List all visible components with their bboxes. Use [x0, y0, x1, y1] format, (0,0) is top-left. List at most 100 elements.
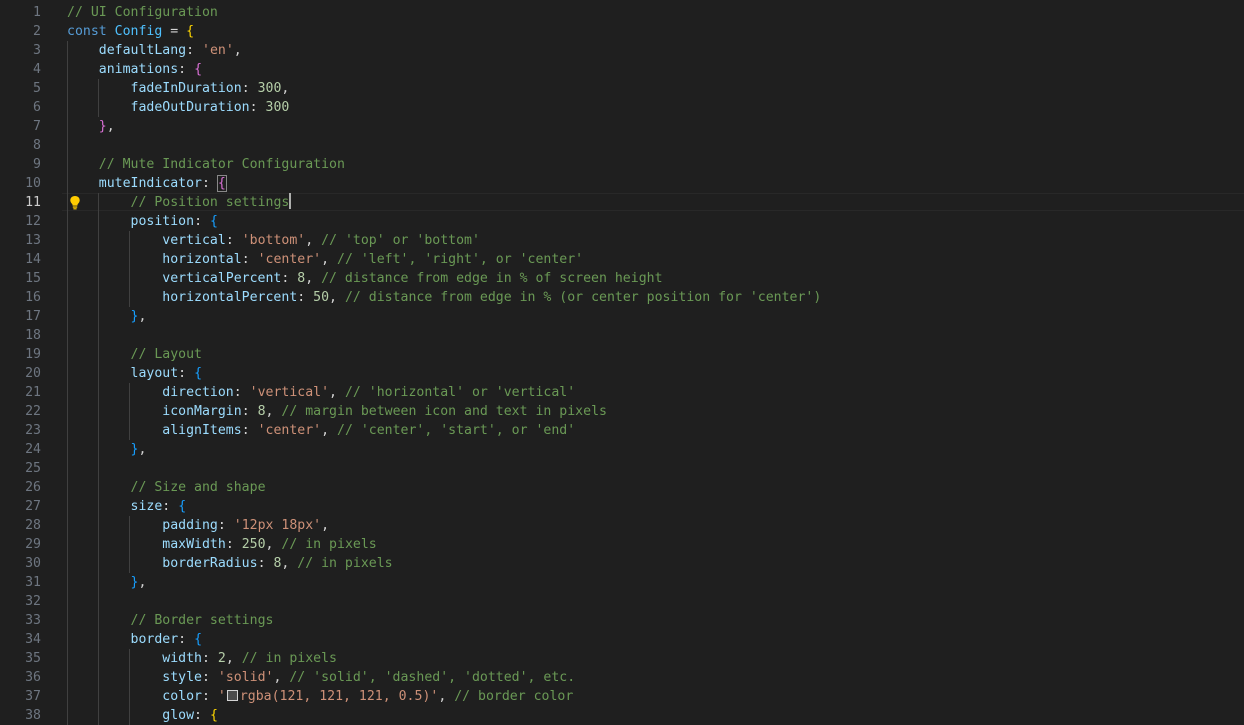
code-token: , [138, 309, 147, 324]
code-text: muteIndicator: { [67, 174, 227, 193]
code-line[interactable]: 31 }, [0, 573, 1244, 592]
code-text: // UI Configuration [67, 3, 218, 22]
code-line[interactable]: 13 vertical: 'bottom', // 'top' or 'bott… [0, 231, 1244, 250]
code-text: width: 2, // in pixels [67, 649, 337, 668]
code-token: layout [130, 366, 179, 381]
code-line[interactable]: 6 fadeOutDuration: 300 [0, 98, 1244, 117]
code-line[interactable]: 21 direction: 'vertical', // 'horizontal… [0, 383, 1244, 402]
line-number: 31 [25, 575, 41, 590]
code-line[interactable]: 28 padding: '12px 18px', [0, 516, 1244, 535]
code-token: 250 [241, 537, 266, 552]
code-token: : [201, 689, 218, 704]
code-token: // Layout [130, 347, 202, 362]
line-number: 20 [25, 366, 41, 381]
code-token: muteIndicator [98, 176, 202, 191]
code-token: animations [98, 62, 179, 77]
line-number: 8 [33, 138, 41, 153]
code-line[interactable]: 18 [0, 326, 1244, 345]
code-token: } [98, 119, 107, 134]
code-text: horizontal: 'center', // 'left', 'right'… [67, 250, 583, 269]
code-line[interactable]: 10 muteIndicator: { [0, 174, 1244, 193]
code-line[interactable]: 17 }, [0, 307, 1244, 326]
code-token: // Position settings [130, 195, 290, 210]
code-token: : [162, 499, 179, 514]
code-token: , [138, 442, 147, 457]
line-number: 5 [33, 81, 41, 96]
code-line[interactable]: 35 width: 2, // in pixels [0, 649, 1244, 668]
code-token: : [225, 537, 242, 552]
code-line[interactable]: 20 layout: { [0, 364, 1244, 383]
code-line[interactable]: 36 style: 'solid', // 'solid', 'dashed',… [0, 668, 1244, 687]
code-line[interactable]: 14 horizontal: 'center', // 'left', 'rig… [0, 250, 1244, 269]
code-text: size: { [67, 497, 187, 516]
code-token: // margin between icon and text in pixel… [281, 404, 607, 419]
code-text: }, [67, 573, 147, 592]
code-token: const [67, 24, 115, 39]
line-number: 30 [25, 556, 41, 571]
code-text: borderRadius: 8, // in pixels [67, 554, 392, 573]
code-line[interactable]: 23 alignItems: 'center', // 'center', 's… [0, 421, 1244, 440]
code-line[interactable]: 22 iconMargin: 8, // margin between icon… [0, 402, 1244, 421]
line-number: 15 [25, 271, 41, 286]
line-number: 10 [25, 176, 41, 191]
line-number: 28 [25, 518, 41, 533]
code-line[interactable]: 2 const Config = { [0, 22, 1244, 41]
code-token: : [178, 632, 195, 647]
line-number: 35 [25, 651, 41, 666]
code-token: { [194, 366, 203, 381]
code-line[interactable]: 12 position: { [0, 212, 1244, 231]
code-line[interactable]: 15 verticalPercent: 8, // distance from … [0, 269, 1244, 288]
code-line[interactable]: 32 [0, 592, 1244, 611]
code-line[interactable]: 5 fadeInDuration: 300, [0, 79, 1244, 98]
code-token: 'vertical' [249, 385, 330, 400]
code-token: size [130, 499, 163, 514]
code-token: // 'center', 'start', or 'end' [337, 423, 576, 438]
code-line[interactable]: 29 maxWidth: 250, // in pixels [0, 535, 1244, 554]
line-number: 11 [25, 195, 41, 210]
line-number: 38 [25, 708, 41, 723]
code-text: position: { [67, 212, 218, 231]
code-token: : [186, 43, 202, 58]
code-text: // Size and shape [67, 478, 266, 497]
code-token: : [178, 62, 195, 77]
code-editor[interactable]: 1// UI Configuration 2 const Config = {3 d… [0, 0, 1244, 725]
line-number: 18 [25, 328, 41, 343]
code-token: : [194, 214, 210, 229]
code-token: width [162, 651, 202, 666]
code-line[interactable]: 24 }, [0, 440, 1244, 459]
line-number: 23 [25, 423, 41, 438]
code-line[interactable]: 16 horizontalPercent: 50, // distance fr… [0, 288, 1244, 307]
line-number: 16 [25, 290, 41, 305]
code-token: { [178, 499, 187, 514]
code-line[interactable]: 4 animations: { [0, 60, 1244, 79]
code-line[interactable]: 1 // UI Configuration [0, 3, 1244, 22]
code-line[interactable]: 34 border: { [0, 630, 1244, 649]
code-token: fadeInDuration [130, 81, 242, 96]
line-number: 25 [25, 461, 41, 476]
code-line[interactable]: 11 // Position settings [0, 193, 1244, 212]
line-number: 26 [25, 480, 41, 495]
code-token: 'center' [257, 423, 322, 438]
code-line[interactable]: 30 borderRadius: 8, // in pixels [0, 554, 1244, 573]
code-line[interactable]: 9 // Mute Indicator Configuration [0, 155, 1244, 174]
code-token: , [225, 651, 242, 666]
code-text: // Mute Indicator Configuration [67, 155, 345, 174]
code-token: : [225, 233, 242, 248]
code-line[interactable]: 19 // Layout [0, 345, 1244, 364]
code-line[interactable]: 26 // Size and shape [0, 478, 1244, 497]
code-line[interactable]: 38 glow: { [0, 706, 1244, 725]
code-line[interactable]: 3 defaultLang: 'en', [0, 41, 1244, 60]
code-line[interactable]: 27 size: { [0, 497, 1244, 516]
line-number: 33 [25, 613, 41, 628]
code-line[interactable]: 8 [0, 136, 1244, 155]
code-token: horizontalPercent [162, 290, 298, 305]
code-token: 'en' [202, 43, 234, 58]
code-line[interactable]: 25 [0, 459, 1244, 478]
code-line[interactable]: 7 }, [0, 117, 1244, 136]
code-line[interactable]: 33 // Border settings [0, 611, 1244, 630]
line-number: 6 [33, 100, 41, 115]
code-token: , [265, 404, 282, 419]
code-line[interactable]: 37 color: ' rgba(121, 121, 121, 0.5)', //… [0, 687, 1244, 706]
code-token: { [186, 24, 195, 39]
color-swatch-icon[interactable] [226, 690, 238, 701]
